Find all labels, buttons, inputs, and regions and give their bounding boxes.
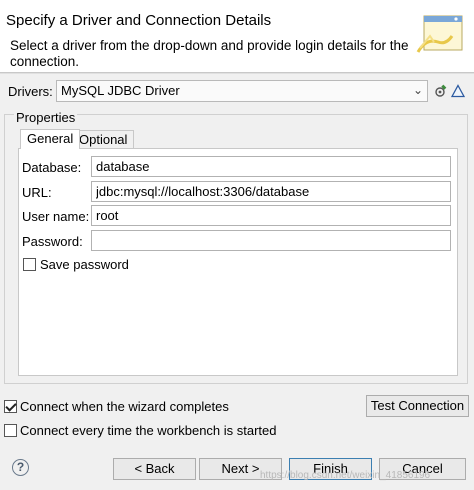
add-driver-icon[interactable] <box>451 84 465 98</box>
driver-select-value: MySQL JDBC Driver <box>61 83 180 98</box>
drivers-label: Drivers: <box>8 84 53 99</box>
watermark: https://blog.csdn.net/weixin_41856196 <box>260 470 431 481</box>
password-label: Password: <box>22 234 83 249</box>
username-field[interactable] <box>91 205 451 226</box>
database-label: Database: <box>22 160 82 175</box>
back-button[interactable]: < Back <box>113 458 196 480</box>
username-label: User name: <box>22 209 90 224</box>
tab-general[interactable]: General <box>20 129 81 149</box>
save-password-checkbox[interactable] <box>23 258 36 271</box>
header-divider <box>0 73 474 74</box>
page-title: Specify a Driver and Connection Details <box>6 12 272 29</box>
properties-group-label: Properties <box>14 110 78 125</box>
connection-wizard-icon <box>416 15 463 53</box>
connect-wizard-checkbox[interactable] <box>4 400 17 413</box>
connect-every-time-checkbox[interactable] <box>4 424 17 437</box>
wizard-header: Specify a Driver and Connection Details … <box>0 0 474 73</box>
driver-select[interactable]: MySQL JDBC Driver ⌄ <box>56 80 428 102</box>
help-icon[interactable]: ? <box>12 459 29 476</box>
url-label: URL: <box>22 185 52 200</box>
save-password-label: Save password <box>40 257 129 272</box>
chevron-down-icon: ⌄ <box>412 83 423 97</box>
test-connection-button[interactable]: Test Connection <box>366 395 469 417</box>
database-field[interactable] <box>91 156 451 177</box>
edit-driver-icon[interactable] <box>433 84 447 98</box>
connect-wizard-label: Connect when the wizard completes <box>20 399 229 414</box>
page-description: Select a driver from the drop-down and p… <box>10 38 409 69</box>
connect-every-time-label: Connect every time the workbench is star… <box>20 423 277 438</box>
tab-optional[interactable]: Optional <box>72 130 135 149</box>
password-field[interactable] <box>91 230 451 251</box>
url-field[interactable] <box>91 181 451 202</box>
